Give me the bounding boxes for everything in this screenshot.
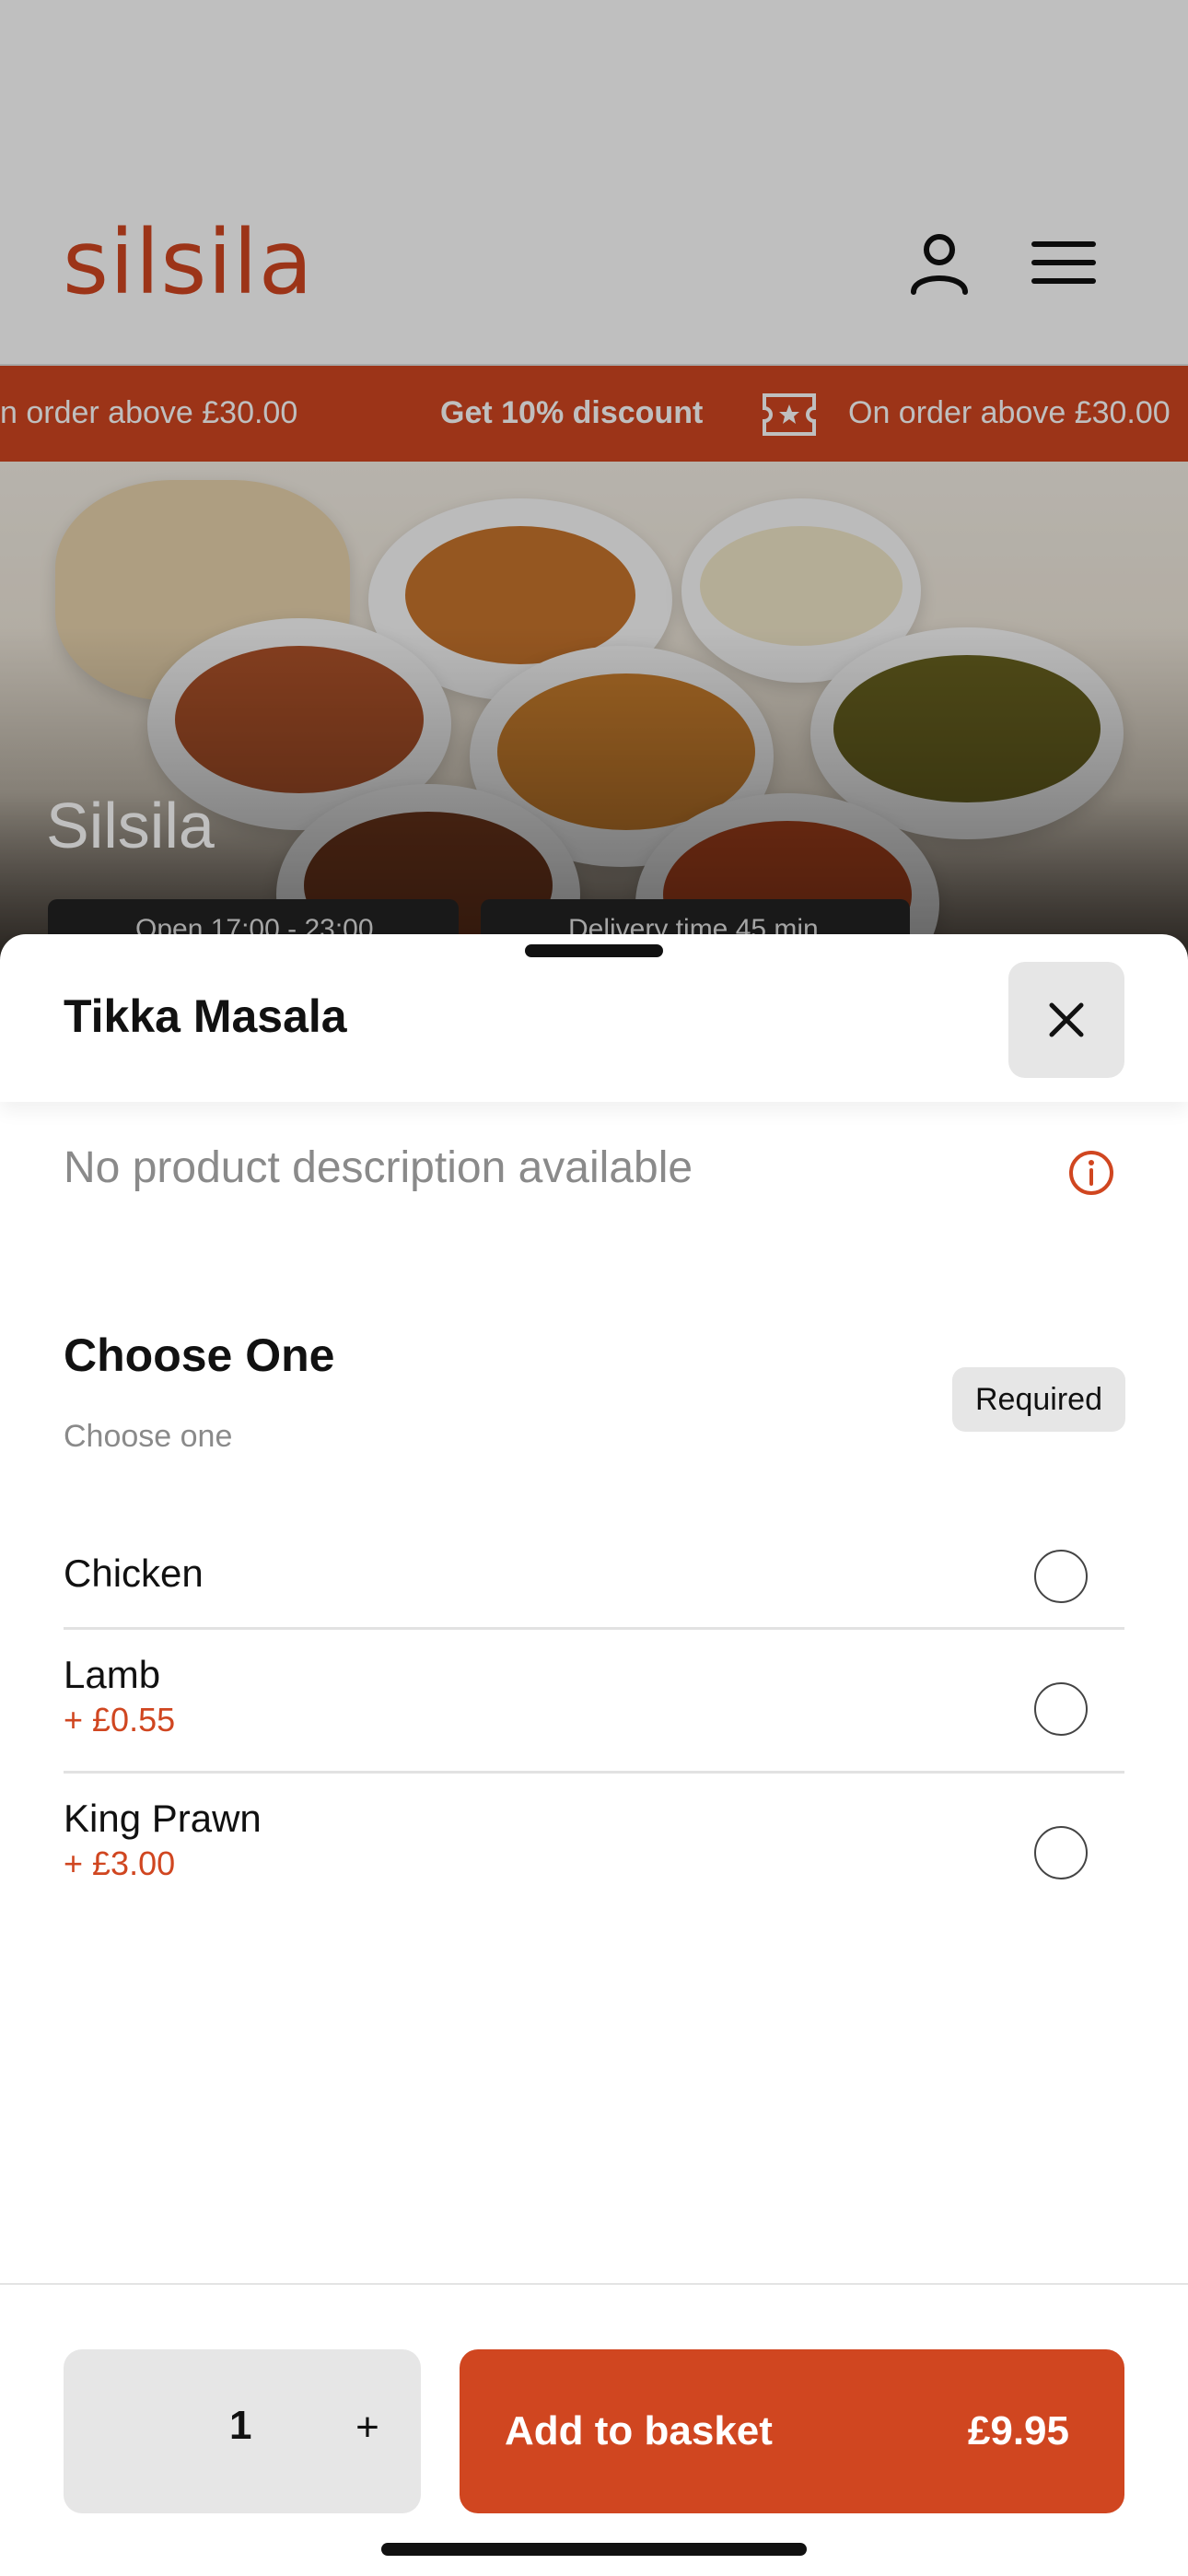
drag-handle[interactable] bbox=[525, 944, 663, 957]
required-badge: Required bbox=[952, 1367, 1125, 1432]
option-price: + £0.55 bbox=[64, 1701, 176, 1739]
option-radio[interactable] bbox=[1034, 1826, 1088, 1879]
quantity-value: 1 bbox=[229, 2403, 252, 2448]
home-indicator[interactable] bbox=[381, 2543, 807, 2556]
increment-button[interactable]: + bbox=[340, 2395, 395, 2460]
option-king-prawn[interactable]: King Prawn + £3.00 bbox=[64, 1787, 1124, 1907]
product-title: Tikka Masala bbox=[64, 990, 347, 1042]
option-chicken[interactable]: Chicken bbox=[64, 1524, 1124, 1640]
option-radio[interactable] bbox=[1034, 1682, 1088, 1736]
close-button[interactable] bbox=[1008, 962, 1124, 1078]
info-icon[interactable] bbox=[1068, 1150, 1114, 1196]
basket-total: £9.95 bbox=[967, 2408, 1069, 2453]
option-name: Lamb bbox=[64, 1653, 161, 1696]
divider bbox=[64, 1771, 1124, 1774]
option-radio[interactable] bbox=[1034, 1550, 1088, 1603]
modal-overlay[interactable] bbox=[0, 0, 1188, 1013]
option-name: Chicken bbox=[64, 1551, 204, 1595]
product-sheet: Tikka Masala No product description avai… bbox=[0, 934, 1188, 2576]
option-name: King Prawn bbox=[64, 1797, 262, 1840]
quantity-stepper[interactable]: 1 + bbox=[64, 2349, 421, 2513]
background-page: silsila n order above £30.00 Get 10% dis… bbox=[0, 0, 1188, 1014]
add-to-basket-button[interactable]: Add to basket £9.95 bbox=[460, 2349, 1124, 2513]
footer-divider bbox=[0, 2283, 1188, 2285]
close-icon bbox=[1049, 1002, 1084, 1037]
add-to-basket-label: Add to basket bbox=[505, 2408, 773, 2453]
option-group-title: Choose One bbox=[64, 1329, 335, 1381]
option-lamb[interactable]: Lamb + £0.55 bbox=[64, 1644, 1124, 1763]
divider bbox=[64, 1627, 1124, 1630]
option-group-subtitle: Choose one bbox=[64, 1419, 233, 1454]
option-price: + £3.00 bbox=[64, 1844, 176, 1882]
product-description: No product description available bbox=[64, 1143, 693, 1192]
